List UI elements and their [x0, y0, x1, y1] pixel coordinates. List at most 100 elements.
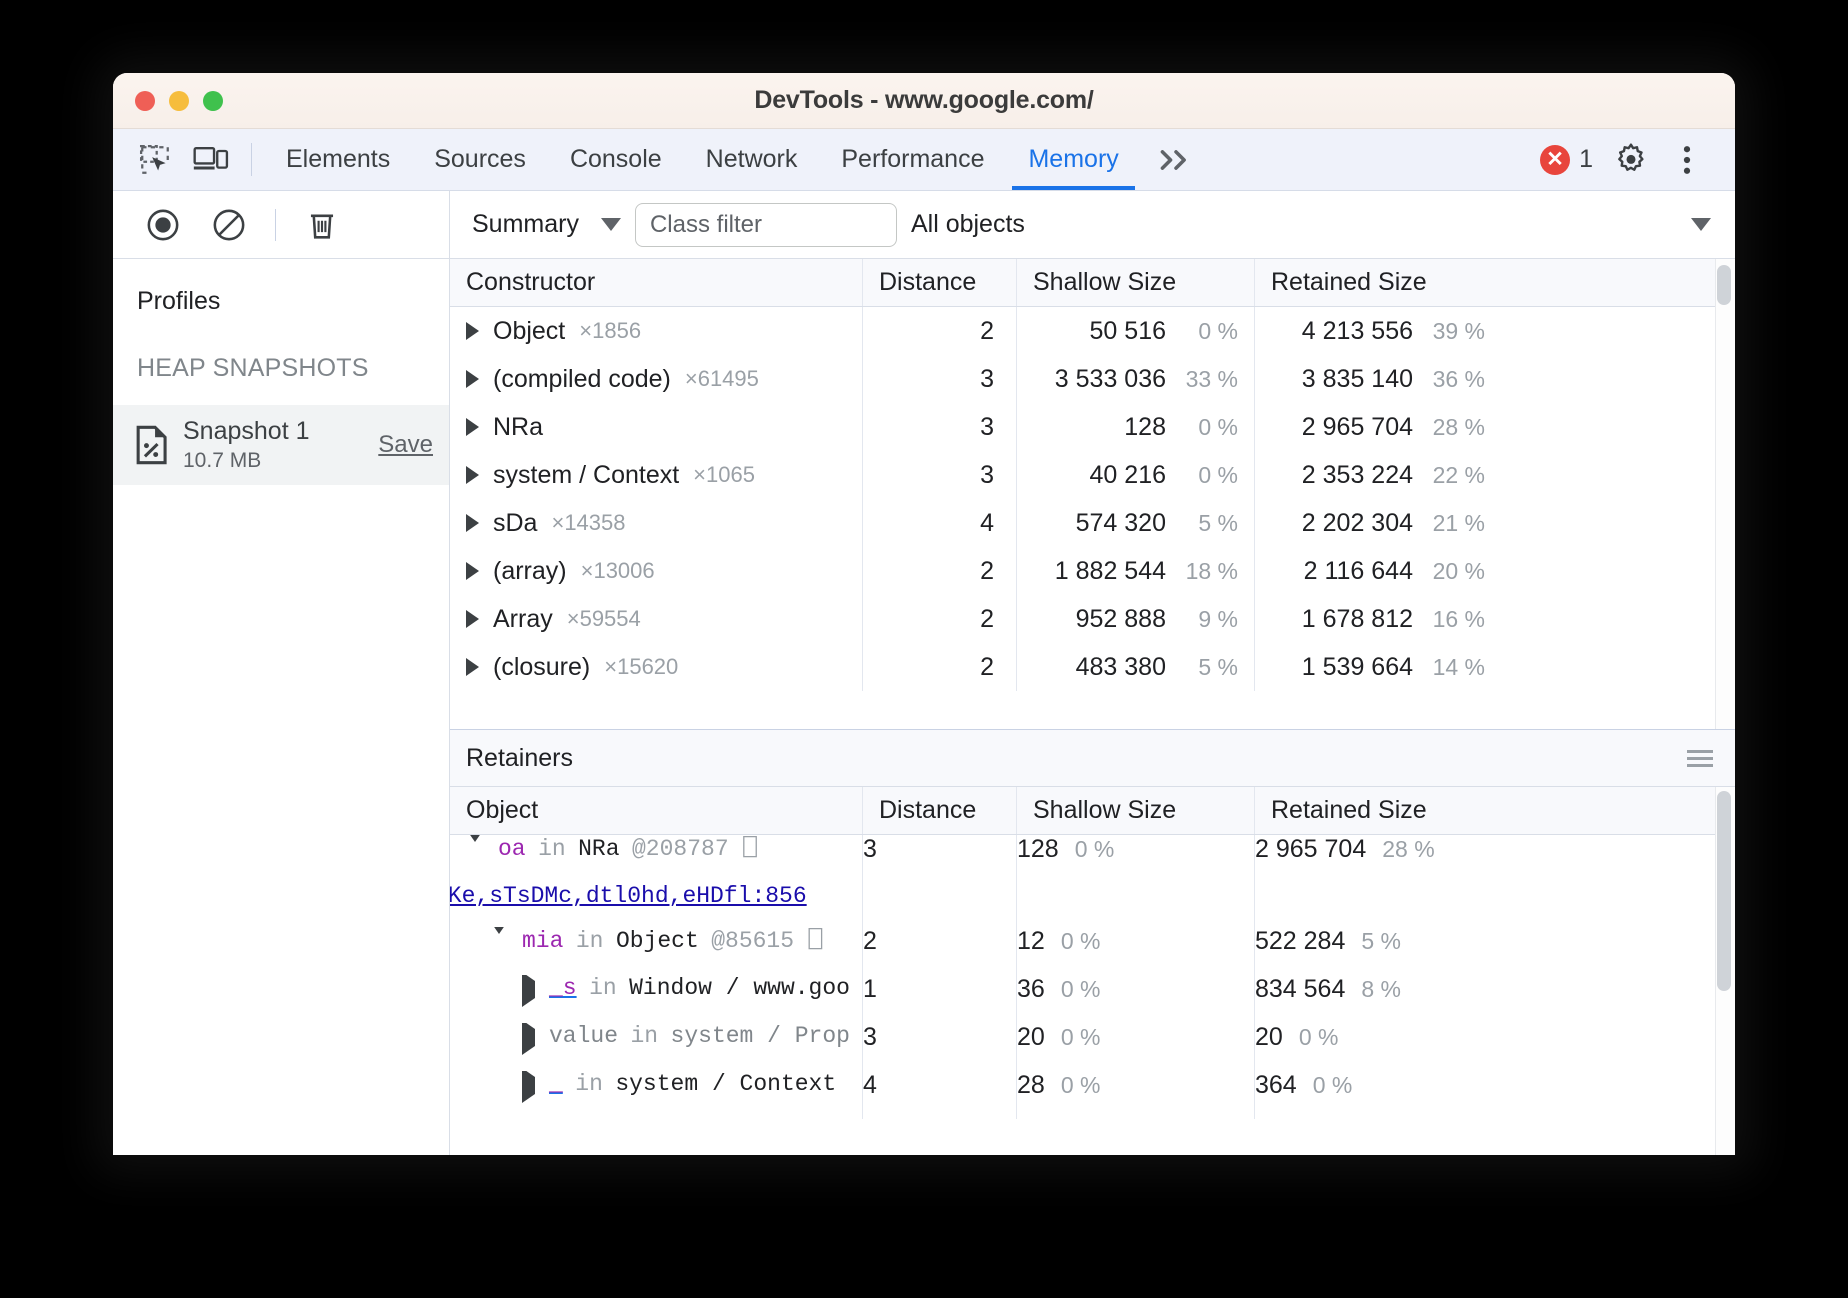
retainers-scrollbar-track[interactable]	[1715, 787, 1735, 1155]
retained-size-value: 1 539 664	[1302, 653, 1413, 682]
save-snapshot-link[interactable]: Save	[378, 431, 433, 459]
shallow-size-percent: 0 %	[1182, 414, 1238, 441]
distance-value: 2	[980, 317, 994, 346]
table-row[interactable]: sDa×14358 4 574 3205 % 2 202 30421 %	[450, 499, 1715, 547]
table-row[interactable]: (array)×13006 2 1 882 54418 % 2 116 6442…	[450, 547, 1715, 595]
tab-console[interactable]: Console	[548, 129, 684, 190]
no-entry-icon	[212, 208, 246, 242]
objects-scope-select[interactable]: All objects	[911, 210, 1735, 239]
table-row[interactable]: (compiled code)×61495 3 3 533 03633 % 3 …	[450, 355, 1715, 403]
column-header-constructor[interactable]: Constructor	[450, 259, 863, 306]
table-row[interactable]: Object×1856 2 50 5160 % 4 213 55639 %	[450, 307, 1715, 355]
retained-size-value: 20	[1255, 1023, 1283, 1051]
collapse-twisty-icon[interactable]	[490, 927, 508, 951]
retainer-object-id: @208787	[632, 836, 729, 862]
tab-label: Console	[570, 145, 662, 174]
more-tabs-button[interactable]	[1141, 129, 1211, 190]
error-count-badge[interactable]: ✕ 1	[1530, 129, 1603, 190]
shallow-size-percent: 0 %	[1061, 1024, 1101, 1050]
column-header-shallow-size[interactable]: Shallow Size	[1017, 259, 1255, 306]
column-header-retained-size[interactable]: Retained Size	[1255, 259, 1501, 306]
customize-menu-button[interactable]	[1659, 142, 1715, 178]
constructor-count: ×14358	[551, 510, 625, 536]
constructors-scrollbar-track[interactable]	[1715, 259, 1735, 729]
constructors-grid: Constructor Distance Shallow Size Retain…	[450, 259, 1735, 729]
expand-twisty-icon[interactable]	[466, 322, 479, 340]
tab-elements[interactable]: Elements	[264, 129, 412, 190]
expand-twisty-icon[interactable]	[466, 466, 479, 484]
retainer-in-keyword: in	[538, 836, 566, 862]
constructors-grid-rows: Object×1856 2 50 5160 % 4 213 55639 % (c…	[450, 307, 1715, 729]
clear-profiles-button[interactable]	[201, 208, 257, 242]
expand-twisty-icon[interactable]	[466, 418, 479, 436]
expand-twisty-icon[interactable]	[522, 1071, 535, 1103]
constructor-count: ×1856	[579, 318, 641, 344]
device-toolbar-button[interactable]	[183, 129, 239, 190]
tab-label: Performance	[841, 145, 984, 174]
memory-main-content: Constructor Distance Shallow Size Retain…	[450, 259, 1735, 1155]
expand-twisty-icon[interactable]	[466, 658, 479, 676]
retainer-type-name: system / Prop	[671, 1023, 850, 1049]
retained-size-value: 2 116 644	[1304, 557, 1413, 586]
shallow-size-value: 36	[1017, 975, 1045, 1003]
column-header-retained-size[interactable]: Retained Size	[1255, 787, 1501, 834]
tab-sources[interactable]: Sources	[412, 129, 548, 190]
tabstrip-right-icons	[1603, 129, 1735, 190]
take-heap-snapshot-button[interactable]	[135, 208, 191, 242]
inspect-element-button[interactable]	[127, 129, 183, 190]
column-header-object[interactable]: Object	[450, 787, 863, 834]
retained-size-percent: 21 %	[1429, 510, 1485, 537]
retainer-property-name: mia	[522, 928, 563, 954]
table-row[interactable]: oa in NRa @208787 ⎕ 3 1280 % 2 965 70428…	[450, 835, 1715, 883]
class-filter-input[interactable]	[635, 203, 897, 247]
column-header-distance[interactable]: Distance	[863, 259, 1017, 306]
profiles-title: Profiles	[113, 259, 449, 316]
chevron-down-icon	[1691, 218, 1711, 231]
retained-size-percent: 28 %	[1429, 414, 1485, 441]
distance-value: 3	[980, 461, 994, 490]
retainers-scrollbar-thumb[interactable]	[1717, 791, 1731, 991]
table-row[interactable]: value in system / Prop 3 200 % 200 %	[450, 1023, 1715, 1071]
retainer-property-name: _	[549, 1071, 563, 1097]
expand-twisty-icon[interactable]	[466, 370, 479, 388]
expand-twisty-icon[interactable]	[466, 610, 479, 628]
settings-button[interactable]	[1603, 142, 1659, 178]
expand-twisty-icon[interactable]	[522, 975, 535, 1007]
tab-performance[interactable]: Performance	[819, 129, 1006, 190]
retainer-source-link[interactable]: gKe,sTsDMc,dtl0hd,eHDfl:856	[450, 883, 807, 909]
expand-twisty-icon[interactable]	[466, 514, 479, 532]
shallow-size-percent: 9 %	[1182, 606, 1238, 633]
tab-memory[interactable]: Memory	[1006, 129, 1140, 190]
collapse-twisty-icon[interactable]	[466, 835, 484, 859]
retainer-property-name: value	[549, 1023, 618, 1049]
tab-network[interactable]: Network	[684, 129, 820, 190]
table-row[interactable]: (closure)×15620 2 483 3805 % 1 539 66414…	[450, 643, 1715, 691]
retainer-object-id: @85615	[711, 928, 794, 954]
table-row[interactable]: Array×59554 2 952 8889 % 1 678 81216 %	[450, 595, 1715, 643]
profiler-toolbar-divider	[275, 209, 276, 241]
column-header-shallow-size[interactable]: Shallow Size	[1017, 787, 1255, 834]
constructors-scrollbar-thumb[interactable]	[1717, 265, 1731, 305]
snapshot-size: 10.7 MB	[183, 449, 364, 473]
retainers-title: Retainers	[466, 744, 573, 773]
retained-size-percent: 0 %	[1299, 1024, 1339, 1050]
view-mode-select[interactable]: Summary	[472, 210, 621, 239]
table-row[interactable]: system / Context×1065 3 40 2160 % 2 353 …	[450, 451, 1715, 499]
delete-snapshot-button[interactable]	[294, 208, 350, 242]
retainer-type-name: NRa	[578, 836, 619, 862]
column-header-distance[interactable]: Distance	[863, 787, 1017, 834]
table-row[interactable]: _s in Window / www.goo 1 360 % 834 5648 …	[450, 975, 1715, 1023]
shallow-size-percent: 33 %	[1182, 366, 1238, 393]
table-row[interactable]: NRa 3 1280 % 2 965 70428 %	[450, 403, 1715, 451]
sidebar-item-snapshot-1[interactable]: Snapshot 1 10.7 MB Save	[113, 405, 449, 485]
expand-twisty-icon[interactable]	[522, 1023, 535, 1055]
hamburger-icon[interactable]	[1687, 750, 1713, 767]
distance-value: 2	[980, 557, 994, 586]
expand-twisty-icon[interactable]	[466, 562, 479, 580]
table-row[interactable]: mia in Object @85615 ⎕ 2 120 % 522 2845 …	[450, 927, 1715, 975]
source-link-row[interactable]: gKe,sTsDMc,dtl0hd,eHDfl:856	[450, 883, 1715, 927]
objects-scope-label: All objects	[911, 210, 1025, 239]
constructor-name: system / Context	[493, 461, 679, 490]
shallow-size-value: 128	[1124, 413, 1166, 442]
table-row[interactable]: _ in system / Context 4 280 % 3640 %	[450, 1071, 1715, 1119]
